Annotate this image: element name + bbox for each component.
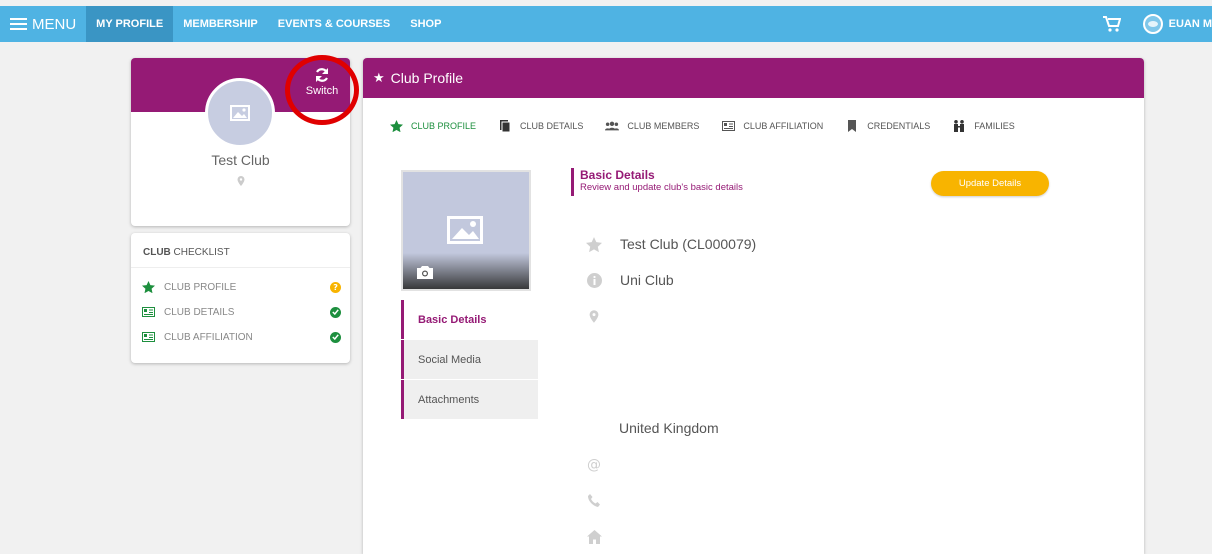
- address-row: [585, 307, 620, 325]
- cart-icon[interactable]: [1102, 16, 1121, 32]
- star-icon: [141, 281, 155, 293]
- info-icon: [585, 271, 603, 289]
- section-header: Basic Details Review and update club's b…: [571, 168, 743, 196]
- tab-club-details[interactable]: CLUB DETAILS: [498, 120, 583, 132]
- id-card-icon: [721, 120, 735, 132]
- menu-label: MENU: [32, 15, 77, 33]
- tab-club-affiliation[interactable]: CLUB AFFILIATION: [721, 120, 823, 132]
- tab-bar: CLUB PROFILE CLUB DETAILS CLUB MEMBERS C…: [389, 118, 1037, 134]
- location-icon: [131, 173, 350, 191]
- club-avatar[interactable]: [205, 78, 275, 148]
- star-icon: [389, 120, 403, 132]
- image-placeholder-icon: [230, 105, 250, 121]
- camera-icon[interactable]: [417, 266, 433, 279]
- checklist-title: CLUB CHECKLIST: [143, 247, 230, 258]
- check-circle-icon: [330, 306, 341, 318]
- tab-club-members[interactable]: CLUB MEMBERS: [605, 120, 699, 132]
- top-nav: MENU MY PROFILE MEMBERSHIP EVENTS & COUR…: [0, 6, 1212, 42]
- phone-row: [585, 491, 620, 509]
- club-full-name: Test Club (CL000079): [620, 236, 757, 252]
- page-title: Club Profile: [390, 70, 464, 86]
- location-icon: [585, 307, 603, 325]
- club-photo[interactable]: [401, 170, 531, 291]
- tab-club-profile[interactable]: CLUB PROFILE: [389, 120, 476, 132]
- club-checklist-card: CLUB CHECKLIST CLUB PROFILE ? CLUB DETAI…: [131, 233, 350, 363]
- tab-credentials[interactable]: CREDENTIALS: [845, 120, 930, 132]
- refresh-icon: [315, 68, 329, 82]
- checklist-item-club-profile[interactable]: CLUB PROFILE ?: [141, 279, 341, 295]
- checklist-item-club-details[interactable]: CLUB DETAILS: [141, 304, 341, 320]
- section-title: Basic Details: [580, 168, 655, 182]
- side-menu: Basic Details Social Media Attachments: [401, 300, 538, 420]
- star-icon: [585, 235, 603, 253]
- nav-membership[interactable]: MEMBERSHIP: [173, 6, 268, 42]
- question-icon: ?: [330, 281, 341, 293]
- id-card-icon: [141, 306, 155, 318]
- checklist-item-label: CLUB PROFILE: [164, 281, 237, 293]
- user-avatar[interactable]: [1142, 14, 1163, 34]
- email-row: @: [585, 456, 620, 474]
- side-item-social-media[interactable]: Social Media: [401, 340, 538, 379]
- main-header: ★ Club Profile: [363, 58, 1144, 98]
- star-icon: ★: [373, 70, 385, 85]
- side-item-attachments[interactable]: Attachments: [401, 380, 538, 419]
- id-card-icon: [141, 331, 155, 343]
- family-icon: [952, 120, 966, 132]
- checklist-item-label: CLUB DETAILS: [164, 306, 235, 318]
- update-details-button[interactable]: Update Details: [931, 171, 1049, 196]
- switch-button[interactable]: Switch: [300, 67, 344, 97]
- clipboard-icon: [498, 120, 512, 132]
- nav-my-profile[interactable]: MY PROFILE: [86, 6, 174, 42]
- nav-events-courses[interactable]: EVENTS & COURSES: [268, 6, 400, 42]
- club-name: Test Club: [211, 152, 270, 168]
- switch-label: Switch: [305, 85, 339, 97]
- phone-icon: [585, 491, 603, 509]
- user-name[interactable]: EUAN M: [1169, 18, 1212, 30]
- checklist-item-label: CLUB AFFILIATION: [164, 331, 253, 343]
- image-placeholder-icon: [447, 216, 483, 244]
- club-name-row: Test Club (CL000079): [585, 235, 756, 253]
- checklist-item-club-affiliation[interactable]: CLUB AFFILIATION: [141, 329, 341, 345]
- profile-card: Switch Test Club: [131, 58, 350, 226]
- menu-button[interactable]: MENU: [0, 6, 86, 42]
- tab-families[interactable]: FAMILIES: [952, 120, 1015, 132]
- bookmark-icon: [845, 120, 859, 132]
- club-type: Uni Club: [620, 272, 674, 288]
- side-item-basic-details[interactable]: Basic Details: [401, 300, 538, 339]
- check-circle-icon: [330, 331, 341, 343]
- svg-text:?: ?: [333, 283, 338, 291]
- at-sign-icon: @: [587, 457, 601, 473]
- home-icon: [585, 528, 603, 546]
- users-icon: [605, 120, 620, 132]
- club-profile-card: ★ Club Profile CLUB PROFILE CLUB DETAILS…: [363, 58, 1144, 554]
- hamburger-icon: [10, 17, 27, 31]
- divider: [131, 267, 350, 268]
- nav-shop[interactable]: SHOP: [400, 6, 451, 42]
- website-row: [585, 528, 620, 546]
- section-subtitle: Review and update club's basic details: [580, 182, 743, 193]
- club-type-row: Uni Club: [585, 271, 674, 289]
- country: United Kingdom: [619, 420, 719, 436]
